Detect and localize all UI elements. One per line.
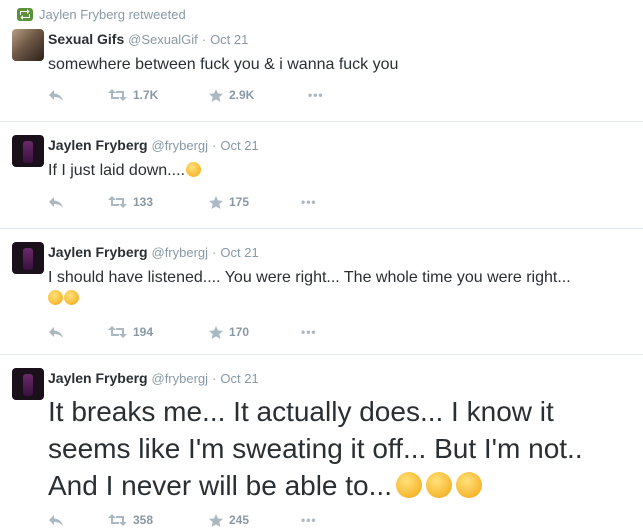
favorite-count: 245 [229, 513, 250, 527]
author-handle[interactable]: @frybergj [152, 138, 209, 153]
tweet-actions: 1.7K 2.9K ••• [48, 88, 324, 102]
reply-icon [49, 514, 63, 526]
author-name[interactable]: Jaylen Fryberg [48, 244, 148, 260]
star-icon [209, 195, 223, 209]
retweet-icon [108, 514, 127, 526]
more-button[interactable]: ••• [301, 195, 317, 209]
reply-button[interactable] [48, 514, 108, 527]
timestamp[interactable]: Oct 21 [220, 138, 258, 153]
retweet-count: 133 [133, 195, 154, 209]
favorite-button[interactable]: 245 [209, 513, 301, 527]
timestamp[interactable]: Oct 21 [210, 32, 248, 47]
separator-dot: · [212, 138, 217, 153]
more-icon: ••• [301, 513, 317, 527]
tweet[interactable]: Jaylen Fryberg @frybergj · Oct 21 I should… [0, 229, 643, 355]
tweet-text-content: I should have listened.... You were righ… [48, 269, 571, 286]
reply-button[interactable] [48, 89, 108, 102]
star-icon [209, 325, 223, 339]
tweet-header: Jaylen Fryberg @frybergj · Oct 21 [48, 137, 259, 153]
more-icon: ••• [301, 325, 317, 339]
pensive-emoji-icon [395, 472, 422, 498]
author-name[interactable]: Jaylen Fryberg [48, 137, 148, 153]
reply-icon [49, 326, 63, 338]
favorite-count: 2.9K [229, 88, 255, 102]
more-button[interactable]: ••• [308, 88, 324, 102]
avatar[interactable] [12, 242, 44, 274]
avatar[interactable] [12, 368, 44, 400]
star-icon [209, 513, 223, 527]
tweet[interactable]: Jaylen Fryberg @frybergj · Oct 21 It break… [0, 355, 643, 528]
tweet-actions: 358 245 ••• [48, 513, 317, 527]
reply-icon [49, 89, 63, 101]
author-handle[interactable]: @SexualGif [128, 32, 198, 47]
retweet-count: 1.7K [133, 88, 159, 102]
retweet-button[interactable]: 1.7K [108, 88, 209, 102]
tweet-header: Jaylen Fryberg @frybergj · Oct 21 [48, 370, 259, 386]
author-handle[interactable]: @frybergj [152, 371, 209, 386]
retweet-icon [17, 8, 33, 21]
tweet-header: Jaylen Fryberg @frybergj · Oct 21 [48, 244, 259, 260]
favorite-count: 175 [229, 195, 250, 209]
confounded-emoji-icon [64, 290, 79, 305]
avatar[interactable] [12, 29, 44, 61]
author-name[interactable]: Jaylen Fryberg [48, 370, 148, 386]
author-name[interactable]: Sexual Gifs [48, 31, 124, 47]
favorite-button[interactable]: 175 [209, 195, 301, 209]
star-icon [209, 88, 223, 102]
retweet-icon [108, 326, 127, 338]
reply-icon [49, 196, 63, 208]
more-button[interactable]: ••• [301, 513, 317, 527]
separator-dot: · [212, 371, 217, 386]
retweet-count: 194 [133, 325, 154, 339]
retweet-button[interactable]: 358 [108, 513, 209, 527]
tweet-text-content: It breaks me... It actually does... I kn… [48, 396, 583, 501]
timeline: Jaylen Fryberg retweeted Sexual Gifs @Se… [0, 0, 643, 528]
more-button[interactable]: ••• [301, 325, 317, 339]
separator-dot: · [212, 245, 217, 260]
timestamp[interactable]: Oct 21 [220, 245, 258, 260]
tweet-text: If I just laid down.... [48, 160, 633, 181]
tired-face-emoji-icon [425, 472, 452, 498]
retweet-icon [108, 89, 127, 101]
tweet-actions: 133 175 ••• [48, 195, 317, 209]
tweet[interactable]: Jaylen Fryberg @frybergj · Oct 21 If I jus… [0, 122, 643, 229]
author-handle[interactable]: @frybergj [152, 245, 209, 260]
tweet-text-content: somewhere between fuck you & i wanna fuc… [48, 56, 399, 73]
favorite-count: 170 [229, 325, 250, 339]
favorite-button[interactable]: 170 [209, 325, 301, 339]
reply-button[interactable] [48, 326, 108, 339]
timestamp[interactable]: Oct 21 [220, 371, 258, 386]
favorite-button[interactable]: 2.9K [209, 88, 308, 102]
separator-dot: · [201, 32, 207, 47]
tweet[interactable]: Jaylen Fryberg retweeted Sexual Gifs @Se… [0, 0, 643, 122]
tweet-header: Sexual Gifs @SexualGif · Oct 21 [48, 31, 248, 47]
reply-button[interactable] [48, 196, 108, 209]
retweet-icon [108, 196, 127, 208]
retweet-label: Jaylen Fryberg retweeted [39, 7, 186, 22]
confounded-emoji-icon [185, 162, 201, 177]
tweet-text: I should have listened.... You were righ… [48, 267, 633, 309]
retweet-button[interactable]: 133 [108, 195, 209, 209]
tweet-text: It breaks me... It actually does... I kn… [48, 393, 628, 504]
confounded-emoji-icon [455, 472, 482, 498]
avatar[interactable] [12, 135, 44, 167]
tweet-actions: 194 170 ••• [48, 325, 317, 339]
retweet-button[interactable]: 194 [108, 325, 209, 339]
tired-face-emoji-icon [48, 290, 63, 305]
retweet-context: Jaylen Fryberg retweeted [17, 7, 186, 22]
retweet-count: 358 [133, 513, 154, 527]
tweet-text: somewhere between fuck you & i wanna fuc… [48, 54, 633, 75]
more-icon: ••• [301, 195, 317, 209]
more-icon: ••• [308, 88, 324, 102]
tweet-text-content: If I just laid down.... [48, 162, 185, 179]
